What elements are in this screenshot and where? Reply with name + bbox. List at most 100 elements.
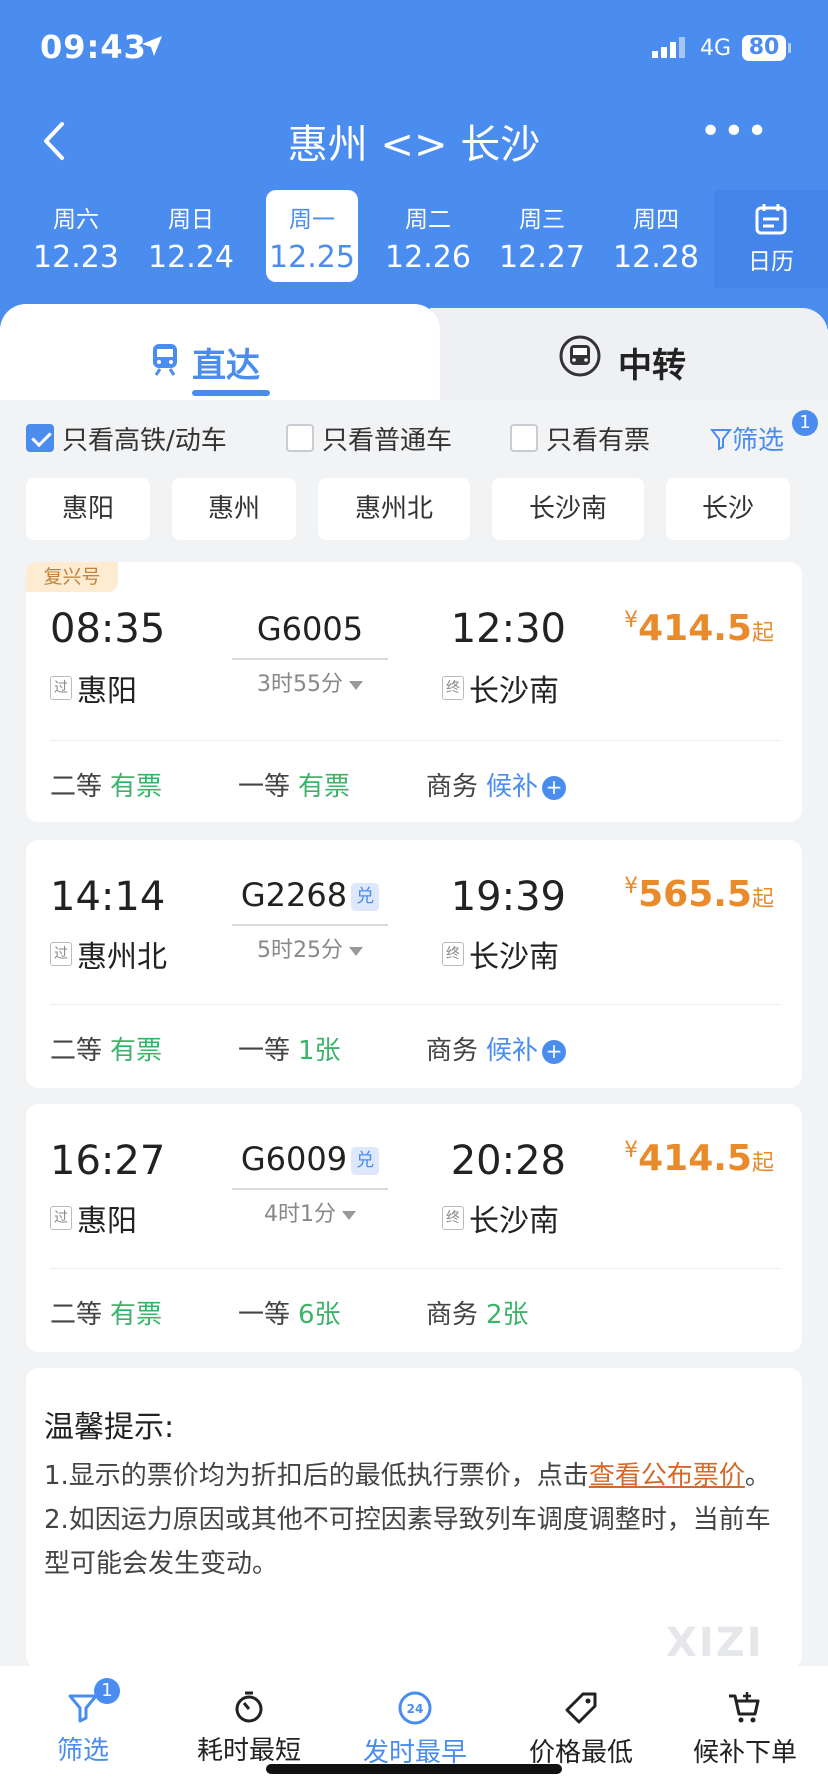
seat-class: 二等 <box>50 1036 103 1066</box>
tips-title: 温馨提示: <box>44 1410 175 1445</box>
terminal-tag: 终 <box>442 942 464 966</box>
date-item[interactable]: 周四 12.28 <box>610 190 702 282</box>
battery-level: 80 <box>742 35 786 61</box>
tab-direct[interactable]: 直达 <box>0 304 440 400</box>
seat-status: 有票 <box>298 772 351 802</box>
arrival-station-name: 长沙南 <box>469 674 559 709</box>
price-suffix: 起 <box>751 1151 774 1176</box>
seat-class: 商务 <box>426 1300 479 1330</box>
train-number: G6009 兑 <box>232 1140 388 1178</box>
price-tag-icon <box>565 1692 597 1724</box>
station-chip[interactable]: 长沙 <box>666 478 790 540</box>
seat-second-class: 二等 有票 <box>50 766 162 803</box>
seat-class: 一等 <box>238 772 291 802</box>
caret-down-icon <box>342 1210 356 1220</box>
seat-status: 有票 <box>110 1036 163 1066</box>
departure-time: 16:27 <box>50 1138 166 1184</box>
divider <box>50 740 780 741</box>
filter-bar: 只看高铁/动车 只看普通车 只看有票 筛选 1 <box>0 400 828 480</box>
departure-station-name: 惠州北 <box>77 940 167 975</box>
available-only-checkbox[interactable]: 只看有票 <box>510 420 650 456</box>
date-item[interactable]: 周三 12.27 <box>496 190 588 282</box>
arrival-station: 终长沙南 <box>442 666 559 710</box>
exchange-badge: 兑 <box>351 1147 380 1175</box>
date-value: 12.26 <box>385 240 471 275</box>
pass-tag: 过 <box>50 676 72 700</box>
date-item[interactable]: 周六 12.23 <box>30 190 122 282</box>
funnel-icon <box>710 428 732 451</box>
filter-button[interactable]: 筛选 <box>710 420 784 457</box>
calendar-icon <box>755 204 787 235</box>
battery-icon <box>788 43 791 53</box>
more-options-icon[interactable]: ••• <box>700 114 768 158</box>
calendar-button[interactable]: 日历 <box>714 190 828 288</box>
checkbox-label: 只看高铁/动车 <box>62 425 227 456</box>
duration[interactable]: 5时25分 <box>232 932 388 964</box>
arrival-station-name: 长沙南 <box>469 1204 559 1239</box>
departure-time: 08:35 <box>50 606 166 652</box>
seat-class: 二等 <box>50 772 103 802</box>
bottom-filter-button[interactable]: 筛选 <box>0 1680 166 1780</box>
published-fare-link[interactable]: 查看公布票价 <box>589 1461 745 1491</box>
caret-down-icon <box>349 946 363 956</box>
route-tabs: 直达 <box>0 304 828 400</box>
waitlist-order-button[interactable]: 候补下单 <box>662 1680 828 1780</box>
clock-24-icon: 24 <box>398 1691 432 1725</box>
bottom-filter-label: 筛选 <box>56 1736 109 1766</box>
filter-label: 筛选 <box>732 426 785 456</box>
filter-count-badge: 1 <box>792 410 818 436</box>
station-chip[interactable]: 惠州北 <box>318 478 470 540</box>
caret-down-icon <box>349 680 363 690</box>
home-indicator <box>266 1764 562 1774</box>
date-weekday: 周日 <box>168 207 214 233</box>
station-chip[interactable]: 惠阳 <box>26 478 150 540</box>
departure-station-name: 惠阳 <box>77 674 137 709</box>
checkbox-checked-icon <box>26 424 54 452</box>
price-suffix: 起 <box>751 621 774 646</box>
station-chip[interactable]: 长沙南 <box>492 478 644 540</box>
waitlist-order-label: 候补下单 <box>692 1738 797 1768</box>
seat-status: 候补 <box>486 1036 539 1066</box>
seat-first-class: 一等 6张 <box>238 1294 341 1331</box>
terminal-tag: 终 <box>442 676 464 700</box>
date-item[interactable]: 周日 12.24 <box>145 190 237 282</box>
price-value: 414.5 <box>638 608 752 649</box>
currency-symbol: ¥ <box>624 608 639 633</box>
train-number: G2268 兑 <box>232 876 388 914</box>
departure-station: 过惠阳 <box>50 1196 137 1240</box>
train-number: G6005 <box>232 610 388 648</box>
train-number-text: G6005 <box>256 610 364 648</box>
seat-business-class[interactable]: 商务 候补 + <box>426 766 567 803</box>
departure-time: 14:14 <box>50 874 166 920</box>
seat-status: 有票 <box>110 772 163 802</box>
date-value: 12.27 <box>499 240 585 275</box>
station-chips: 惠阳 惠州 惠州北 长沙南 长沙 <box>0 478 828 544</box>
seat-business-class[interactable]: 商务 候补 + <box>426 1030 567 1067</box>
train-card[interactable]: 16:27 G6009 兑 4时1分 20:28 过惠阳 终长沙南 ¥414.5起… <box>26 1104 802 1352</box>
date-value: 12.24 <box>148 240 234 275</box>
duration[interactable]: 4时1分 <box>232 1196 388 1228</box>
pass-tag: 过 <box>50 1206 72 1230</box>
status-bar: 09:43 4G 80 <box>0 0 828 100</box>
normal-only-checkbox[interactable]: 只看普通车 <box>286 420 452 456</box>
price-value: 565.5 <box>638 874 752 915</box>
date-item[interactable]: 周二 12.26 <box>382 190 474 282</box>
seat-status: 2张 <box>486 1300 529 1330</box>
stopwatch-icon <box>235 1691 263 1723</box>
bottom-filter-badge: 1 <box>94 1678 120 1704</box>
waitlist-plus-icon[interactable]: + <box>542 775 567 800</box>
waitlist-plus-icon[interactable]: + <box>542 1039 567 1064</box>
station-chip[interactable]: 惠州 <box>172 478 296 540</box>
train-card[interactable]: 14:14 G2268 兑 5时25分 19:39 过惠州北 终长沙南 ¥565.… <box>26 840 802 1088</box>
date-item-selected[interactable]: 周一 12.25 <box>266 190 358 282</box>
high-speed-only-checkbox[interactable]: 只看高铁/动车 <box>26 420 227 456</box>
tips-line1: 1.显示的票价均为折扣后的最低执行票价，点击 <box>44 1461 589 1491</box>
tab-direct-label: 直达 <box>192 346 260 386</box>
duration[interactable]: 3时55分 <box>232 666 388 698</box>
date-value: 12.23 <box>33 240 119 275</box>
date-weekday: 周一 <box>289 207 335 233</box>
duration-line <box>232 1188 388 1190</box>
tab-transfer-label: 中转 <box>618 346 686 386</box>
train-card[interactable]: 复兴号 08:35 G6005 3时55分 12:30 过惠阳 终长沙南 ¥41… <box>26 562 802 822</box>
exchange-badge: 兑 <box>351 883 380 911</box>
